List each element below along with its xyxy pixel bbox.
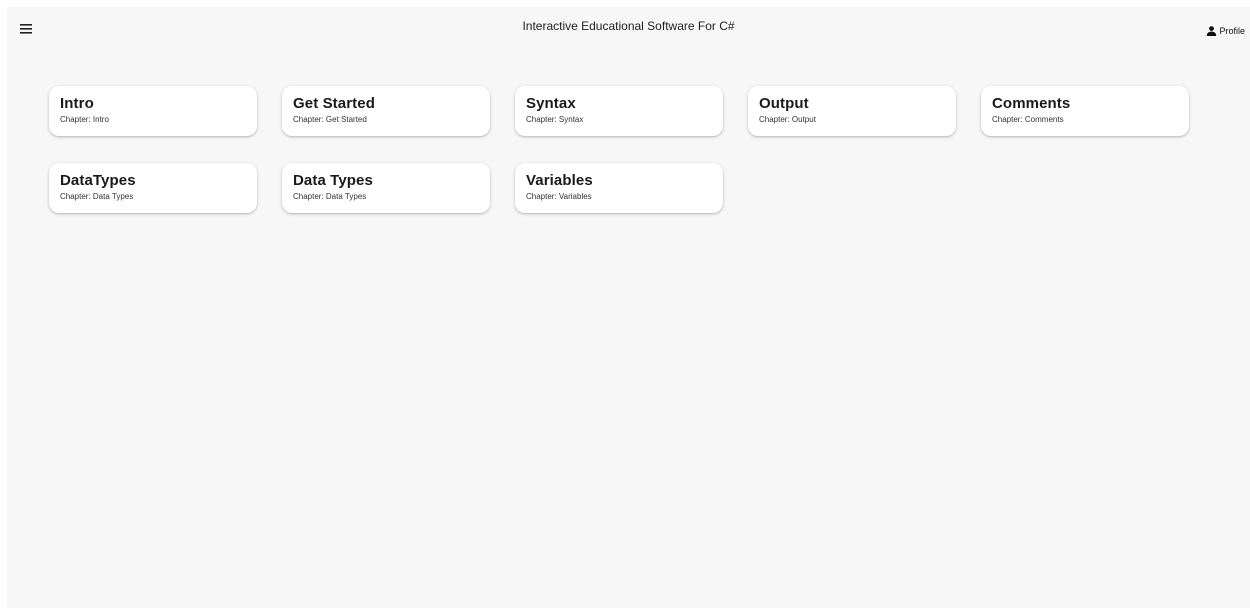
chapter-title: DataTypes [60,172,136,189]
chapter-card-output[interactable]: Output Chapter: Output [748,86,956,136]
chapter-card-data-types[interactable]: Data Types Chapter: Data Types [282,163,490,213]
chapter-card-get-started[interactable]: Get Started Chapter: Get Started [282,86,490,136]
chapter-card-datatypes[interactable]: DataTypes Chapter: Data Types [49,163,257,213]
chapter-title: Syntax [526,95,576,112]
chapter-subtitle: Chapter: Intro [60,115,109,124]
app-title: Interactive Educational Software For C# [522,19,735,33]
chapter-subtitle: Chapter: Get Started [293,115,367,124]
chapter-card-variables[interactable]: Variables Chapter: Variables [515,163,723,213]
chapter-subtitle: Chapter: Data Types [60,192,134,201]
chapter-subtitle: Chapter: Comments [992,115,1064,124]
chapter-title: Variables [526,172,593,189]
app-window: Interactive Educational Software For C# … [7,7,1250,608]
chapter-card-syntax[interactable]: Syntax Chapter: Syntax [515,86,723,136]
chapter-card-comments[interactable]: Comments Chapter: Comments [981,86,1189,136]
hamburger-menu-icon [20,24,32,34]
chapter-subtitle: Chapter: Output [759,115,816,124]
profile-label: Profile [1219,26,1245,36]
chapter-title: Get Started [293,95,375,112]
chapter-title: Data Types [293,172,373,189]
chapter-title: Intro [60,95,94,112]
chapter-subtitle: Chapter: Variables [526,192,592,201]
chapter-title: Output [759,95,809,112]
chapter-subtitle: Chapter: Data Types [293,192,367,201]
profile-button[interactable]: Profile [1206,26,1245,36]
menu-button[interactable] [20,24,40,40]
person-icon [1207,26,1217,36]
chapter-subtitle: Chapter: Syntax [526,115,584,124]
chapter-card-intro[interactable]: Intro Chapter: Intro [49,86,257,136]
chapter-title: Comments [992,95,1071,112]
